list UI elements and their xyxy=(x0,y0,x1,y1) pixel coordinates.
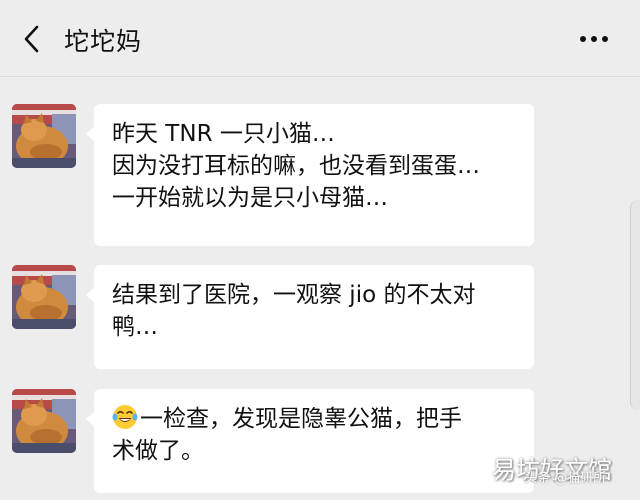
message-line: 结果到了医院，一观察 jio 的不太对 xyxy=(112,282,476,308)
message-line: 术做了。 xyxy=(112,438,204,464)
message-bubble[interactable]: 结果到了医院，一观察 jio 的不太对 鸭… xyxy=(86,265,534,369)
cat-avatar-icon xyxy=(12,104,76,168)
avatar[interactable] xyxy=(12,389,76,453)
message-text: 一检查，发现是隐睾公猫，把手 xyxy=(140,406,462,432)
watermark: 易坊好文馆 头条 @猫研所 xyxy=(492,450,612,486)
message-bubble[interactable]: 一检查，发现是隐睾公猫，把手 术做了。 xyxy=(86,389,534,493)
avatar[interactable] xyxy=(12,104,76,168)
message-line: 一开始就以为是只小母猫… xyxy=(112,185,388,211)
avatar[interactable] xyxy=(12,265,76,329)
scroll-edge[interactable] xyxy=(630,200,640,410)
cat-avatar-icon xyxy=(12,265,76,329)
message-line: 一检查，发现是隐睾公猫，把手 xyxy=(112,403,518,435)
chat-header: 坨坨妈 xyxy=(0,0,640,77)
chat-title: 坨坨妈 xyxy=(64,27,143,56)
message-bubble[interactable]: 昨天 TNR 一只小猫… 因为没打耳标的嘛，也没看到蛋蛋… 一开始就以为是只小母… xyxy=(86,104,534,246)
cat-avatar-icon xyxy=(12,389,76,453)
tears-of-joy-emoji-icon xyxy=(112,405,138,429)
chevron-left-icon[interactable] xyxy=(18,24,48,54)
message-line: 昨天 TNR 一只小猫… xyxy=(112,121,335,147)
message-line: 因为没打耳标的嘛，也没看到蛋蛋… xyxy=(112,153,480,179)
more-dots-icon[interactable] xyxy=(574,26,614,52)
message-line: 鸭… xyxy=(112,314,158,340)
watermark-sub-text: 头条 @猫研所 xyxy=(524,471,607,486)
